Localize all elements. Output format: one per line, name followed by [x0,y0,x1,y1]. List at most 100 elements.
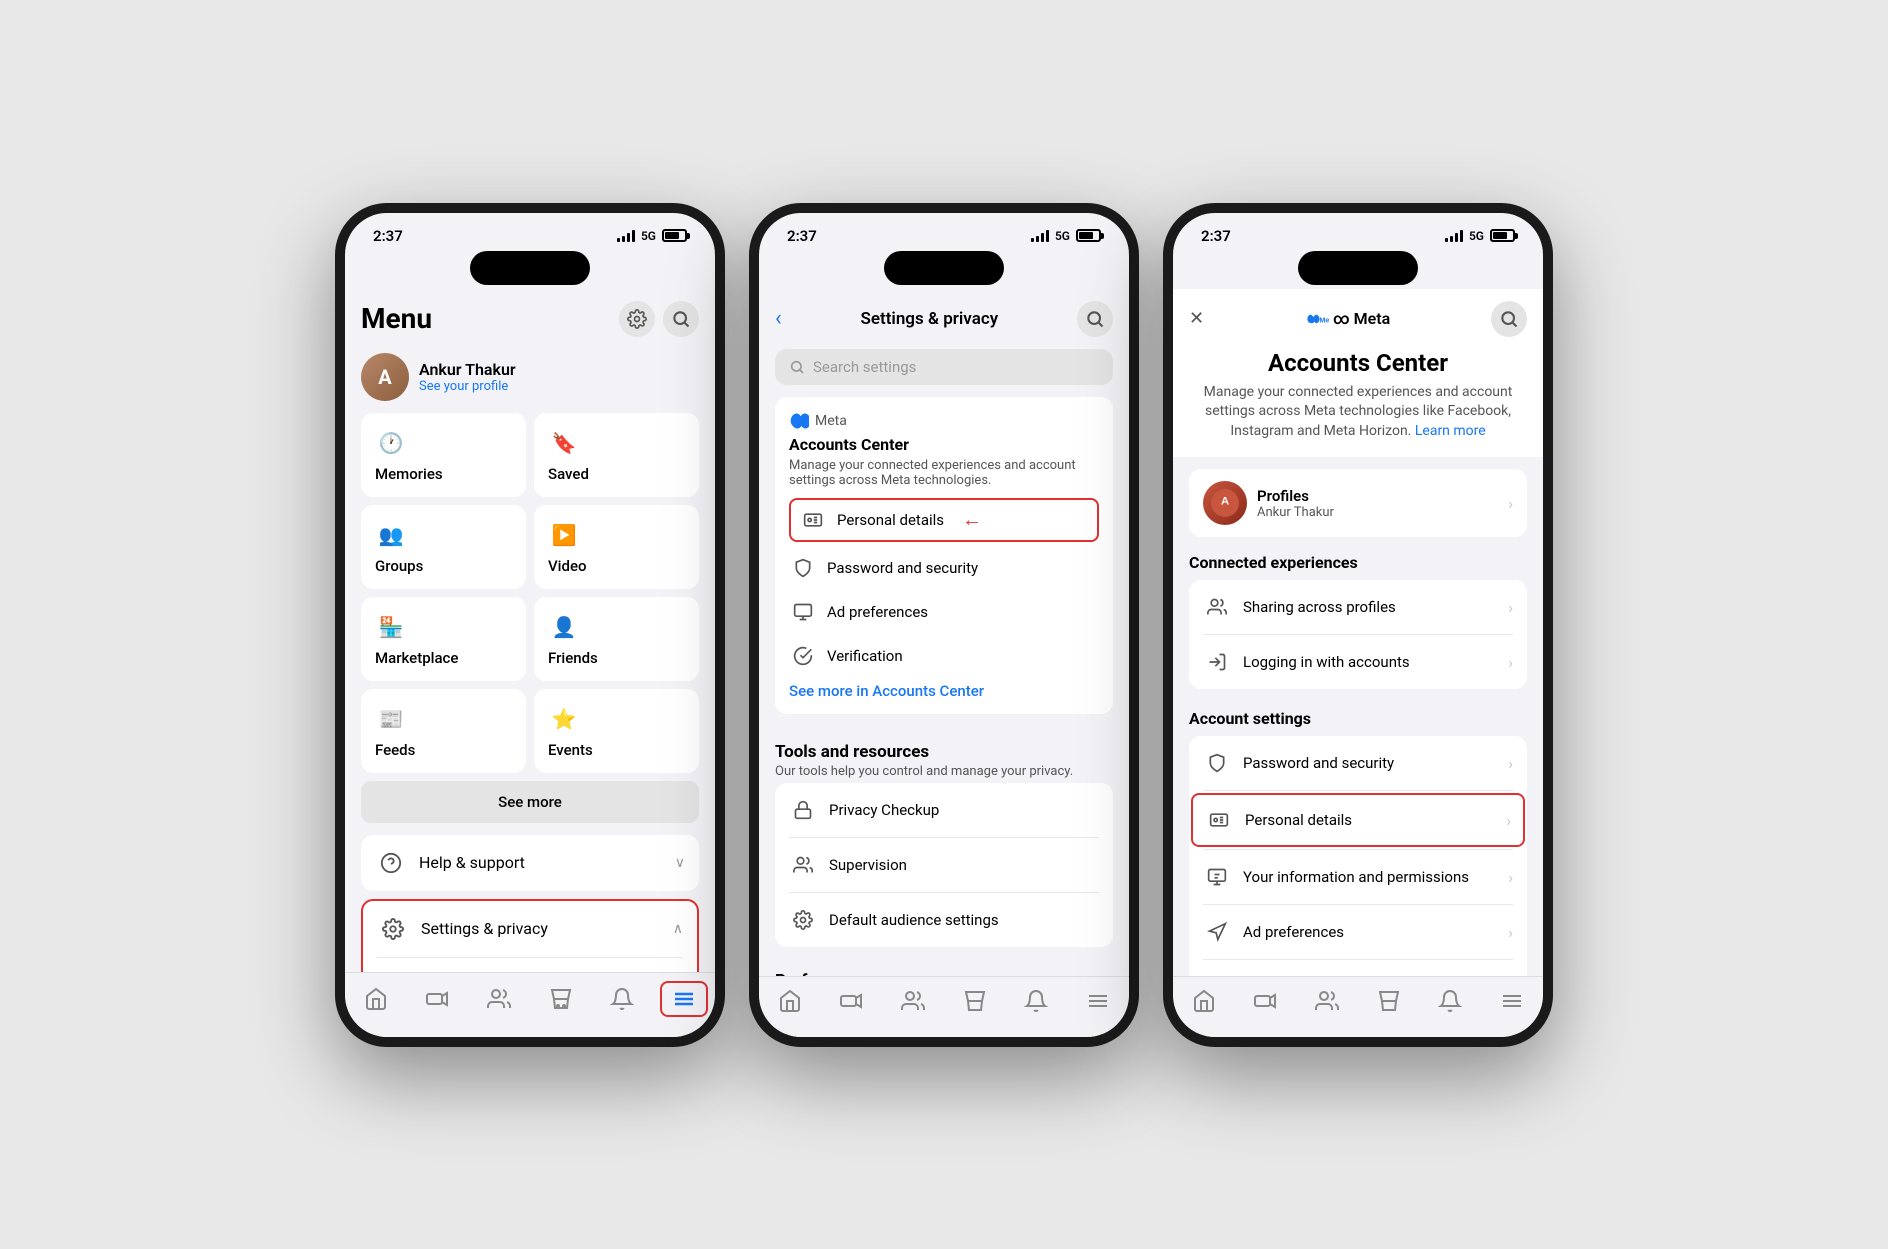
personal-details-item-highlighted[interactable]: Personal details ← [789,498,1099,542]
nav-people-1[interactable] [475,983,523,1015]
help-icon [375,847,407,879]
video-nav-icon-2 [839,989,863,1013]
nav-menu-2[interactable] [1074,985,1122,1017]
menu-title: Menu [361,302,432,335]
menu-icon-1 [672,987,696,1011]
battery-1 [662,229,687,242]
feeds-icon: 📰 [375,703,407,735]
ac-profile-item[interactable]: A Profiles Ankur Thakur › [1189,469,1527,537]
accounts-center-card: Meta Accounts Center Manage your connect… [775,397,1113,714]
tile-saved[interactable]: 🔖 Saved [534,413,699,497]
ac-personal-details-label: Personal details [1245,811,1352,829]
battery-3 [1490,229,1515,242]
nav-home-1[interactable] [352,983,400,1015]
supervision-icon [789,851,817,879]
help-support-item[interactable]: Help & support ∨ [361,835,699,891]
nav-people-2[interactable] [889,985,937,1017]
share-svg-icon [1207,597,1227,617]
signal-bar-3 [627,233,630,242]
nav-marketplace-1[interactable] [537,983,585,1015]
tile-groups[interactable]: 👥 Groups [361,505,526,589]
nav-video-2[interactable] [827,985,875,1017]
tile-friends[interactable]: 👤 Friends [534,597,699,681]
settings-search-button[interactable] [1077,301,1113,337]
nav-people-3[interactable] [1303,985,1351,1017]
nav-video-3[interactable] [1241,985,1289,1017]
ac-info-item[interactable]: Your information and permissions › [1189,850,1527,904]
settings-item[interactable]: Settings [363,958,697,972]
ac-title-section: Accounts Center Manage your connected ex… [1173,341,1543,458]
ac-ads-item[interactable]: Ad preferences › [1189,905,1527,959]
search-bar-placeholder: Search settings [813,358,916,376]
ac-search-button[interactable] [1491,301,1527,337]
bell-icon-3 [1438,989,1462,1013]
nav-bell-2[interactable] [1012,985,1060,1017]
nav-marketplace-3[interactable] [1365,985,1413,1017]
signal-type-3: 5G [1469,229,1484,243]
tile-events[interactable]: ⭐ Events [534,689,699,773]
accounts-password-item[interactable]: Password and security [789,546,1099,590]
bell-icon-2 [1024,989,1048,1013]
settings-privacy-item[interactable]: Settings & privacy ∧ [363,901,697,957]
tile-marketplace[interactable]: 🏪 Marketplace [361,597,526,681]
s3b4 [1460,230,1463,242]
nav-home-2[interactable] [766,985,814,1017]
ac-id-icon [1205,806,1233,834]
profile-row[interactable]: A Ankur Thakur See your profile [345,345,715,413]
ac-profile-info: Profiles Ankur Thakur [1257,487,1334,520]
nav-menu-3[interactable] [1488,985,1536,1017]
ac-learn-more-link[interactable]: Learn more [1415,423,1486,439]
search-bar-icon [789,359,805,375]
nav-bell-1[interactable] [598,983,646,1015]
sharing-profiles-item[interactable]: Sharing across profiles › [1189,580,1527,634]
see-more-accounts-link[interactable]: See more in Accounts Center [789,682,1099,700]
close-button[interactable]: ✕ [1189,308,1204,329]
nav-marketplace-2[interactable] [951,985,999,1017]
login-chevron: › [1508,653,1513,672]
default-audience-item[interactable]: Default audience settings [775,893,1113,947]
lock-svg-icon [793,800,813,820]
ac-pay-item[interactable]: Facebook Pay f › [1189,960,1527,975]
accounts-verification-item[interactable]: Verification [789,634,1099,678]
s2b3 [1041,233,1044,242]
s3b1 [1445,238,1448,242]
nav-bell-3[interactable] [1426,985,1474,1017]
help-support-label: Help & support [419,853,525,872]
nav-menu-1[interactable] [660,981,708,1017]
accounts-center-desc: Manage your connected experiences and ac… [789,458,1099,488]
prefs-section-header: Preferences Customize your experience on… [759,955,1129,976]
accounts-adprefs-label: Ad preferences [827,603,928,621]
search-button[interactable] [663,301,699,337]
help-support-arrow: ∨ [675,855,685,871]
tile-video[interactable]: ▶️ Video [534,505,699,589]
menu-header: Menu [345,289,715,345]
supervision-label: Supervision [829,856,907,874]
ac-search-icon [1499,309,1519,329]
tile-feeds[interactable]: 📰 Feeds [361,689,526,773]
home-icon-3 [1192,989,1216,1013]
profile-name: Ankur Thakur [419,360,516,379]
see-more-button[interactable]: See more [361,781,699,823]
tile-memories[interactable]: 🕐 Memories [361,413,526,497]
gear-button[interactable] [619,301,655,337]
tools-list: Privacy Checkup Supervision [775,783,1113,947]
accounts-verification-label: Verification [827,647,903,665]
accounts-adprefs-item[interactable]: Ad preferences [789,590,1099,634]
logging-in-item[interactable]: Logging in with accounts › [1189,635,1527,689]
meta-label: Meta [815,413,847,429]
privacy-checkup-item[interactable]: Privacy Checkup [775,783,1113,837]
ac-personal-details-item[interactable]: Personal details › [1191,793,1525,847]
memories-icon: 🕐 [375,427,407,459]
nav-home-3[interactable] [1180,985,1228,1017]
search-bar[interactable]: Search settings [775,349,1113,385]
svg-text:A: A [1221,496,1229,508]
supervision-item[interactable]: Supervision [775,838,1113,892]
settings-privacy-section: Settings & privacy ∧ Settings [361,899,699,972]
back-button[interactable]: ‹ [775,306,782,331]
ac-profiles-section: A Profiles Ankur Thakur › [1189,469,1527,537]
status-time-2: 2:37 [787,227,817,245]
status-icons-3: 5G [1445,229,1515,243]
ac-password-item[interactable]: Password and security › [1189,736,1527,790]
nav-video-1[interactable] [413,983,461,1015]
ac-avatar-img: A [1211,489,1239,517]
